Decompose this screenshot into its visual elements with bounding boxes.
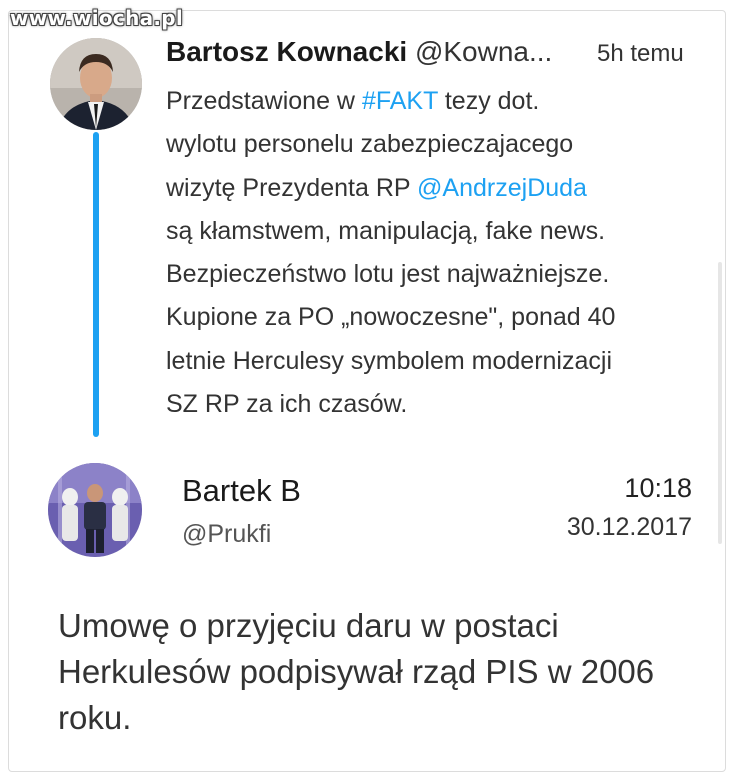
tweet1-text: Przedstawione w #FAKT tezy dot. wylotu p… bbox=[166, 80, 706, 426]
tweet1-line-1-pre: Przedstawione w bbox=[166, 87, 362, 115]
kownacki-avatar[interactable] bbox=[50, 38, 142, 130]
tweet2-time: 10:18 bbox=[624, 473, 692, 503]
hashtag-fakt-link[interactable]: #FAKT bbox=[362, 87, 438, 115]
site-watermark: www.wiocha.pl bbox=[10, 6, 184, 30]
tweet1-line-3: wizytę Prezydenta RP @AndrzejDuda bbox=[166, 167, 706, 210]
tweet2-date: 30.12.2017 bbox=[566, 513, 692, 541]
tweet1-line-6: Kupione za PO „nowoczesne", ponad 40 bbox=[166, 303, 616, 332]
mention-andrzejduda-link[interactable]: @AndrzejDuda bbox=[417, 174, 587, 202]
tweet1-line-2: wylotu personelu zabezpieczajacego bbox=[166, 130, 574, 159]
tweet1-author-handle[interactable]: @Kowna... bbox=[415, 36, 552, 67]
tweet2-author-handle[interactable]: @Prukfi bbox=[182, 520, 271, 549]
tweet1-line-1-post: tezy dot. bbox=[437, 87, 540, 115]
tweet1-line-5: Bezpieczeństwo lotu jest najważniejsze. bbox=[166, 260, 610, 289]
tweet2-line-2: Herkulesów podpisywał rząd PIS w 2006 bbox=[58, 653, 655, 690]
tweet2-line-1: Umowę o przyjęciu daru w postaci bbox=[58, 607, 559, 644]
tweet1-line-3-pre: wizytę Prezydenta RP bbox=[166, 173, 418, 202]
bartek-avatar[interactable] bbox=[48, 463, 142, 557]
tweet1-line-1: Przedstawione w #FAKT tezy dot. bbox=[166, 80, 706, 123]
tweet1-line-7: letnie Herculesy symbolem modernizacji bbox=[166, 346, 612, 375]
tweet1-line-4: są kłamstwem, manipulacją, fake news. bbox=[166, 216, 606, 245]
tweet2-author-name[interactable]: Bartek B bbox=[182, 473, 301, 509]
tweet1-author-name[interactable]: Bartosz Kownacki bbox=[166, 36, 407, 67]
tweet1-line-8: SZ RP za ich czasów. bbox=[166, 390, 408, 419]
tweet1-timestamp: 5h temu bbox=[597, 40, 684, 67]
tweet1-author-row: Bartosz Kownacki @Kowna... bbox=[166, 36, 552, 68]
tweet2-line-3: roku. bbox=[58, 699, 132, 736]
scrollbar[interactable] bbox=[718, 262, 722, 544]
tweet2-text: Umowę o przyjęciu daru w postaci Herkule… bbox=[58, 603, 708, 741]
thread-connector-line bbox=[93, 132, 99, 437]
